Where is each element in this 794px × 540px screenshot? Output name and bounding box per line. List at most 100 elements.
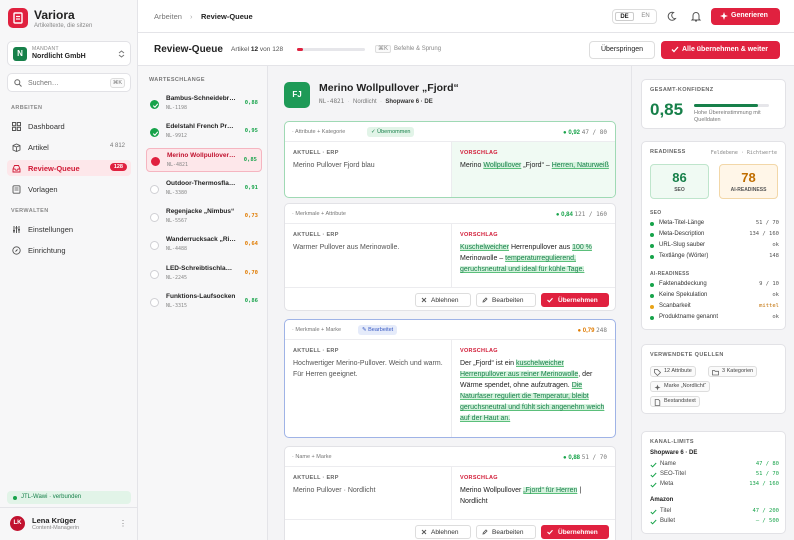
current-column: AKTUELL · ERP Merino Pullover Fjord blau (285, 150, 451, 197)
status-dot (650, 294, 654, 298)
queue-item-name: LED-Schreibtischlampe (166, 265, 236, 272)
suggestion-text[interactable]: Merino Wollpullover „Fjord“ – Herren, Na… (460, 160, 609, 171)
sidebar-item-settings[interactable]: Einstellungen (7, 221, 131, 237)
suggestion-segment: Herrenpullover aus (509, 244, 573, 251)
queue-item-name: Outdoor-Thermosflasche (166, 180, 236, 187)
limit-field: Bullet (660, 518, 676, 524)
sidebar-item-review-queue[interactable]: Review-Queue 128 (7, 160, 131, 176)
queue-item[interactable]: Outdoor-Thermosflasche NL-3380 0,91 (146, 177, 262, 201)
status-dot (650, 316, 654, 320)
queue-item[interactable]: Wanderrucksack „Ridge“ NL-4488 0,64 (146, 233, 262, 257)
check-value: 134 / 160 (749, 231, 779, 237)
current-label: AKTUELL · ERP (293, 232, 339, 238)
edit-button[interactable]: Bearbeiten (476, 293, 536, 307)
tenant-avatar: N (13, 47, 27, 61)
skip-button[interactable]: Überspringen (589, 41, 655, 59)
limit-field: Name (660, 461, 677, 467)
source-chip-label: 3 Kategorien (722, 368, 754, 374)
queue-item-name: Wanderrucksack „Ridge“ (166, 236, 236, 243)
notifications-button[interactable] (688, 9, 704, 24)
accept-button[interactable]: Übernehmen (541, 525, 609, 539)
queue-item-score: 0,91 (244, 185, 258, 191)
card-score: ● 0,84 121 / 160 (555, 211, 607, 218)
suggestion-highlight: Herren, Naturweiß (551, 162, 609, 169)
sidebar-item-templates[interactable]: Vorlagen (7, 181, 131, 197)
lang-en[interactable]: EN (636, 12, 655, 21)
main-content: FJ Merino Wollpullover „Fjord“ NL-4821 ·… (268, 66, 631, 540)
suggestion-text[interactable]: Kuschelweicher Herrenpullover aus 100 % … (460, 242, 609, 275)
queue-item-name: Regenjacke „Nimbus“ (166, 208, 235, 215)
reject-button[interactable]: Ablehnen (415, 293, 471, 307)
queue-item[interactable]: Bambus-Schneidebrett NL-1198 0,88 (146, 92, 262, 116)
queue-status-dot (150, 100, 159, 109)
queue-item[interactable]: Edelstahl French Press NL-9912 0,95 (146, 120, 262, 144)
progress-prefix: Artikel (231, 46, 250, 53)
readiness-check: Meta-Titel-Länge 51 / 70 (650, 219, 779, 229)
reject-button[interactable]: Ablehnen (415, 525, 471, 539)
check-value: mittel (759, 303, 779, 309)
channel-name: Shopware 6 · DE (650, 450, 698, 456)
accept-button[interactable]: Übernehmen (541, 293, 609, 307)
card-score: ● 0,92 47 / 80 (563, 129, 607, 136)
source-chip[interactable]: 3 Kategorien (708, 366, 758, 377)
folder-icon (712, 370, 719, 376)
search-input[interactable] (28, 77, 98, 89)
sidebar-item-articles[interactable]: Artikel 4 812 (7, 139, 131, 155)
card-header: · Attribute + Kategorie ✓ Übernommen ● 0… (285, 122, 615, 142)
suggestion-label: VORSCHLAG (460, 232, 498, 238)
card-confidence: 0,84 (561, 212, 573, 218)
source-chip-label: 12 Attribute (664, 368, 692, 374)
check-icon (547, 529, 553, 535)
generate-button[interactable]: Generieren (711, 8, 780, 25)
check-icon (152, 103, 159, 108)
card-confidence: 0,79 (582, 328, 595, 334)
channel-limits-panel: KANAL-LIMITS Shopware 6 · DE Amazon Name… (641, 431, 786, 534)
product-meta: NL-4821 · Nordlicht · Shopware 6 · DE (319, 98, 433, 105)
queue-item-name: Merino Wollpullover „Fjord“ (167, 152, 237, 159)
check-value: ok (772, 242, 779, 248)
field-card-description: · Merkmale + Marke ✎ Bearbeitet ● 0,79 2… (284, 319, 616, 438)
lang-de[interactable]: DE (615, 12, 634, 21)
suggestion-label: VORSCHLAG (460, 150, 498, 156)
breadcrumb-root[interactable]: Arbeiten (154, 12, 182, 21)
check-icon (650, 472, 657, 478)
accept-all-button[interactable]: Alle übernehmen & weiter (661, 41, 780, 59)
user-name: Lena Krüger (32, 516, 77, 525)
queue-item[interactable]: LED-Schreibtischlampe NL-2245 0,70 (146, 262, 262, 286)
shortcut-label: Befehle & Sprung (394, 46, 442, 52)
sources-panel: VERWENDETE QUELLEN 12 Attribute 3 Katego… (641, 344, 786, 414)
sidebar-item-label: Vorlagen (28, 185, 58, 194)
queue-item-sku: NL-3315 (166, 303, 188, 309)
source-chip[interactable]: Marke „Nordlicht“ (650, 381, 711, 392)
source-chip[interactable]: 12 Attribute (650, 366, 696, 377)
readiness-check: Textlänge (Wörter) 148 (650, 252, 779, 262)
suggestion-text[interactable]: Merino Wollpullover „Fjord“ für Herren |… (460, 485, 609, 507)
queue-status-dot (151, 157, 160, 166)
check-name: Meta-Description (659, 231, 705, 237)
queue-item[interactable]: Regenjacke „Nimbus“ NL-5567 0,73 (146, 205, 262, 229)
more-vertical-icon[interactable]: ⋮ (119, 519, 127, 528)
suggestion-text[interactable]: Der „Fjord“ ist ein kuschelweicher Herre… (460, 358, 609, 424)
sidebar-item-dashboard[interactable]: Dashboard (7, 118, 131, 134)
app-tagline: Artikeltexte, die sitzen (34, 23, 93, 29)
queue-item[interactable]: Merino Wollpullover „Fjord“ NL-4821 0,85 (146, 148, 262, 172)
status-badge-label: Bearbeitet (368, 327, 394, 333)
user-profile[interactable]: LK Lena Krüger Content-Managerin ⋮ (0, 507, 138, 540)
app-logo[interactable] (8, 8, 28, 28)
source-chip[interactable]: Bestandstext (650, 396, 700, 407)
readiness-check: Faktenabdeckung 9 / 10 (650, 280, 779, 290)
tenant-switcher[interactable]: N MANDANT Nordlicht GmbH (7, 41, 131, 66)
insights-panel: GESAMT-KONFIDENZ 0,85 Hohe Übereinstimmu… (631, 66, 794, 540)
edit-button[interactable]: Bearbeiten (476, 525, 536, 539)
theme-toggle[interactable] (664, 9, 680, 24)
sidebar-item-setup[interactable]: Einrichtung (7, 242, 131, 258)
check-icon (650, 462, 657, 468)
confidence-bar-fill (694, 104, 758, 107)
check-value: ok (772, 292, 779, 298)
seo-score-box: 86 SEO (650, 164, 709, 199)
queue-item[interactable]: Funktions-Laufsocken NL-3315 0,86 (146, 290, 262, 314)
status-badge: ✎ Bearbeitet (358, 325, 398, 335)
suggestion-column: VORSCHLAG Der „Fjord“ ist ein kuschelwei… (451, 340, 615, 437)
readiness-panel: READINESS Feldebene · Richtwerte 86 SEO … (641, 141, 786, 330)
queue-item-sku: NL-2245 (166, 275, 188, 281)
